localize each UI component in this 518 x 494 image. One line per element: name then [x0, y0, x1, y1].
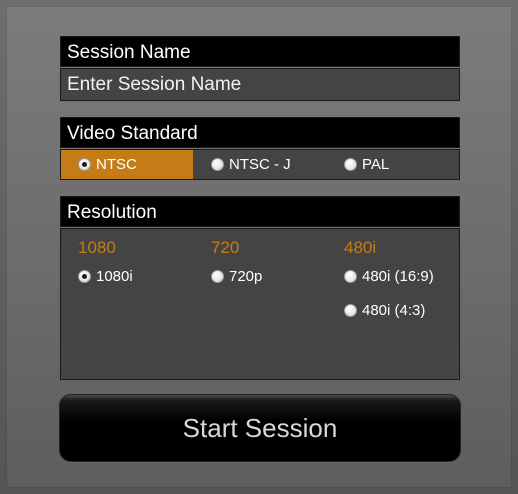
resolution-1080i-label: 1080i: [96, 268, 133, 285]
radio-unchecked-icon: [344, 158, 357, 171]
video-standard-ntsc-label: NTSC: [96, 156, 137, 173]
video-standard-header: Video Standard: [60, 117, 460, 148]
resolution-group-480i: 480i: [344, 238, 377, 257]
radio-unchecked-icon: [344, 304, 357, 317]
video-standard-ntsc-j-label: NTSC - J: [229, 156, 291, 173]
video-standard-options: NTSC NTSC - J PAL: [60, 149, 460, 180]
resolution-1080i[interactable]: 1080i: [78, 268, 133, 285]
radio-unchecked-icon: [344, 270, 357, 283]
radio-checked-icon: [78, 270, 91, 283]
radio-unchecked-icon: [211, 270, 224, 283]
resolution-group-720: 720: [211, 238, 240, 257]
resolution-header: Resolution: [60, 196, 460, 227]
video-standard-pal-label: PAL: [362, 156, 390, 173]
resolution-720p[interactable]: 720p: [211, 268, 262, 285]
resolution-480i-16-9[interactable]: 480i (16:9): [344, 268, 434, 285]
resolution-480i-4-3[interactable]: 480i (4:3): [344, 302, 425, 319]
session-name-input[interactable]: [60, 68, 460, 101]
resolution-480i-4-3-label: 480i (4:3): [362, 302, 426, 319]
resolution-group-1080: 1080: [78, 238, 116, 257]
resolution-480i-16-9-label: 480i (16:9): [362, 268, 434, 285]
start-session-button[interactable]: Start Session: [59, 394, 461, 462]
radio-checked-icon: [78, 158, 91, 171]
session-name-header: Session Name: [60, 36, 460, 67]
resolution-options: 1080 720 480i 1080i 720p 480i (16:9) 480…: [60, 228, 460, 380]
resolution-720p-label: 720p: [229, 268, 263, 285]
video-standard-ntsc-j[interactable]: NTSC - J: [211, 150, 291, 179]
video-standard-pal[interactable]: PAL: [344, 150, 389, 179]
radio-unchecked-icon: [211, 158, 224, 171]
video-standard-ntsc[interactable]: NTSC: [61, 150, 193, 179]
